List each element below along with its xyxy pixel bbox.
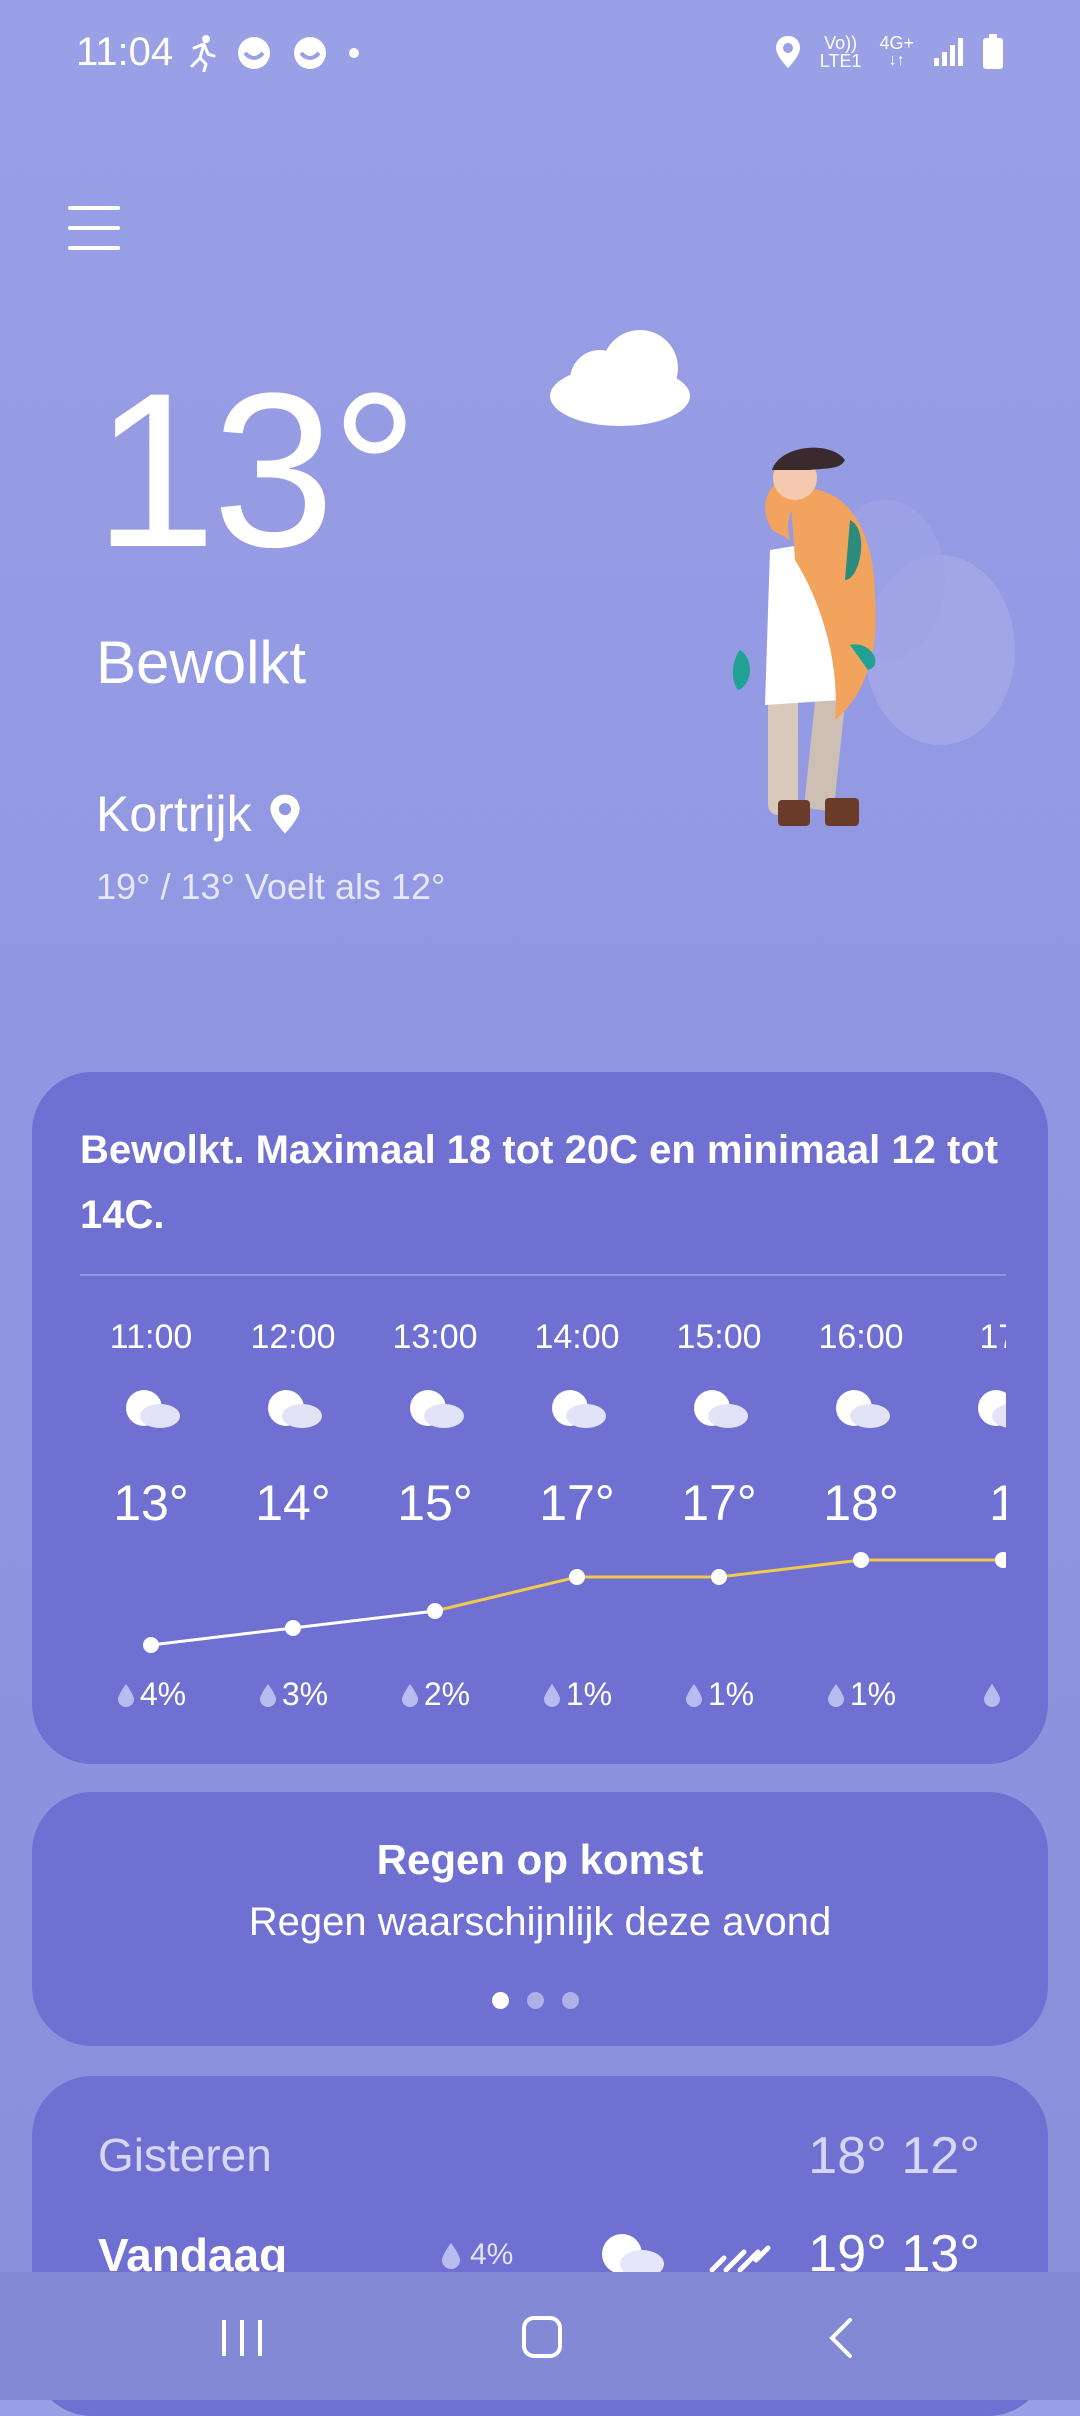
- page-indicator: [492, 1992, 579, 2009]
- temperature-point: [853, 1552, 869, 1568]
- hour-precip-value: 3%: [281, 1676, 329, 1712]
- divider: [80, 1274, 1006, 1276]
- menu-button[interactable]: [68, 206, 120, 252]
- raindrop-icon: [543, 1683, 560, 1707]
- hour-time: 16:00: [818, 1318, 904, 1356]
- location-pin-icon: [270, 794, 300, 834]
- raindrop-icon: [401, 1683, 418, 1707]
- yesterday-temperatures: 18° 12°: [808, 2127, 980, 2185]
- hour-temperature: 15°: [397, 1475, 473, 1531]
- hour-temperature: 18°: [823, 1475, 899, 1531]
- yesterday-label: Gisteren: [98, 2129, 272, 2181]
- current-temperature: 13°: [94, 347, 419, 593]
- menu-icon-line: [68, 246, 120, 250]
- menu-icon-line: [68, 206, 120, 210]
- hour-time: 15:00: [676, 1318, 762, 1356]
- temperature-line-yellow: [434, 1558, 1003, 1613]
- today-precipitation: 4%: [440, 2238, 513, 2272]
- temperature-point: [995, 1552, 1006, 1568]
- raindrop-icon: [827, 1683, 844, 1707]
- volte-bottom: LTE1: [819, 51, 862, 71]
- temperature-point: [285, 1620, 301, 1636]
- person-illustration: [732, 447, 876, 826]
- cloudy-icon: [126, 1390, 180, 1428]
- raindrop-icon: [117, 1683, 134, 1707]
- raindrop-icon: [685, 1683, 702, 1707]
- network-label: 4G+: [879, 33, 914, 53]
- hour-precipitation: 4%: [80, 1676, 222, 1713]
- page-dot: [562, 1992, 579, 2009]
- signal-icon: [934, 38, 963, 66]
- home-icon[interactable]: [512, 2316, 572, 2360]
- temperature-point: [569, 1569, 585, 1585]
- smiley-icon-2: [294, 37, 326, 69]
- current-condition: Bewolkt: [96, 629, 307, 696]
- more-notifications-dot-icon: [349, 48, 359, 58]
- cloudy-icon: [836, 1390, 890, 1428]
- hour-precip-value: 4%: [139, 1676, 187, 1712]
- hour-time: 17:: [979, 1318, 1006, 1356]
- hour-precipitation: 1%: [790, 1676, 932, 1713]
- hourly-forecast-list[interactable]: 11:00 13° 4% 12:00 14° 3% 13:00 15° 2% 14:00 17° 1%…: [80, 1300, 1006, 1740]
- cloudy-icon: [552, 1390, 606, 1428]
- hour-precip-value: 2%: [423, 1676, 471, 1712]
- recent-apps-icon[interactable]: [212, 2316, 272, 2360]
- status-system-icons: Vo)) LTE1 4G+ ↓↑: [774, 34, 1004, 70]
- data-arrows-icon: ↓↑: [888, 52, 905, 69]
- wind-rain-icon: [709, 2245, 771, 2273]
- location[interactable]: Kortrijk: [96, 785, 302, 843]
- hour-temperature: 14°: [255, 1475, 331, 1531]
- hour-precipitation: 1%: [506, 1676, 648, 1713]
- hour-precip-value: 1%: [707, 1676, 755, 1712]
- temperature-point: [427, 1603, 443, 1619]
- hour-precipitation: 1%: [648, 1676, 790, 1713]
- rain-alert-subtitle: Regen waarschijnlijk deze avond: [248, 1900, 832, 1944]
- weather-illustration: [550, 330, 1015, 826]
- hour-precipitation: 1: [932, 1676, 1006, 1713]
- temperature-point: [711, 1569, 727, 1585]
- hour-precipitation: 3%: [222, 1676, 364, 1713]
- hour-precip-value: 1%: [849, 1676, 897, 1712]
- cloud-illustration: [550, 330, 690, 426]
- volte-top: Vo)): [824, 33, 858, 53]
- raindrop-icon: [984, 1683, 1001, 1707]
- hour-precipitation: 2%: [364, 1676, 506, 1713]
- smiley-icon: [238, 37, 270, 69]
- forecast-summary: Bewolkt. Maximaal 18 tot 20C en minimaal…: [80, 1128, 999, 1237]
- today-precip-value: 4%: [470, 2238, 514, 2271]
- raindrop-icon: [259, 1683, 276, 1707]
- hour-time: 12:00: [250, 1318, 336, 1356]
- network-type: 4G+ ↓↑: [879, 34, 914, 70]
- running-icon: [190, 35, 216, 72]
- volte-indicator: Vo)) LTE1: [820, 34, 862, 70]
- status-time: 11:04: [76, 30, 174, 74]
- temperature-point: [143, 1637, 159, 1653]
- rain-alert-title: Regen op komst: [376, 1836, 704, 1883]
- location-icon: [775, 36, 800, 68]
- battery-icon: [983, 34, 1003, 69]
- hour-temperature: 1: [989, 1475, 1006, 1531]
- hour-time: 11:00: [109, 1318, 193, 1356]
- page-dot-active: [492, 1992, 509, 2009]
- hour-time: 13:00: [392, 1318, 478, 1356]
- hour-temperature: 17°: [539, 1475, 615, 1531]
- hour-precip-value: 1%: [565, 1676, 613, 1712]
- cloudy-icon: [268, 1390, 322, 1428]
- menu-icon-line: [68, 226, 120, 230]
- back-icon[interactable]: [814, 2316, 874, 2360]
- temperature-range-feels-like: 19° / 13° Voelt als 12°: [96, 866, 446, 907]
- location-name: Kortrijk: [96, 786, 252, 842]
- hour-temperature: 13°: [113, 1475, 189, 1531]
- cloudy-icon: [694, 1390, 748, 1428]
- cloudy-icon: [410, 1390, 464, 1428]
- page-dot: [527, 1992, 544, 2009]
- status-notification-icons: [186, 34, 360, 72]
- raindrop-icon: [442, 2243, 460, 2269]
- hour-temperature: 17°: [681, 1475, 757, 1531]
- cloudy-icon: [978, 1390, 1006, 1428]
- hour-time: 14:00: [534, 1318, 620, 1356]
